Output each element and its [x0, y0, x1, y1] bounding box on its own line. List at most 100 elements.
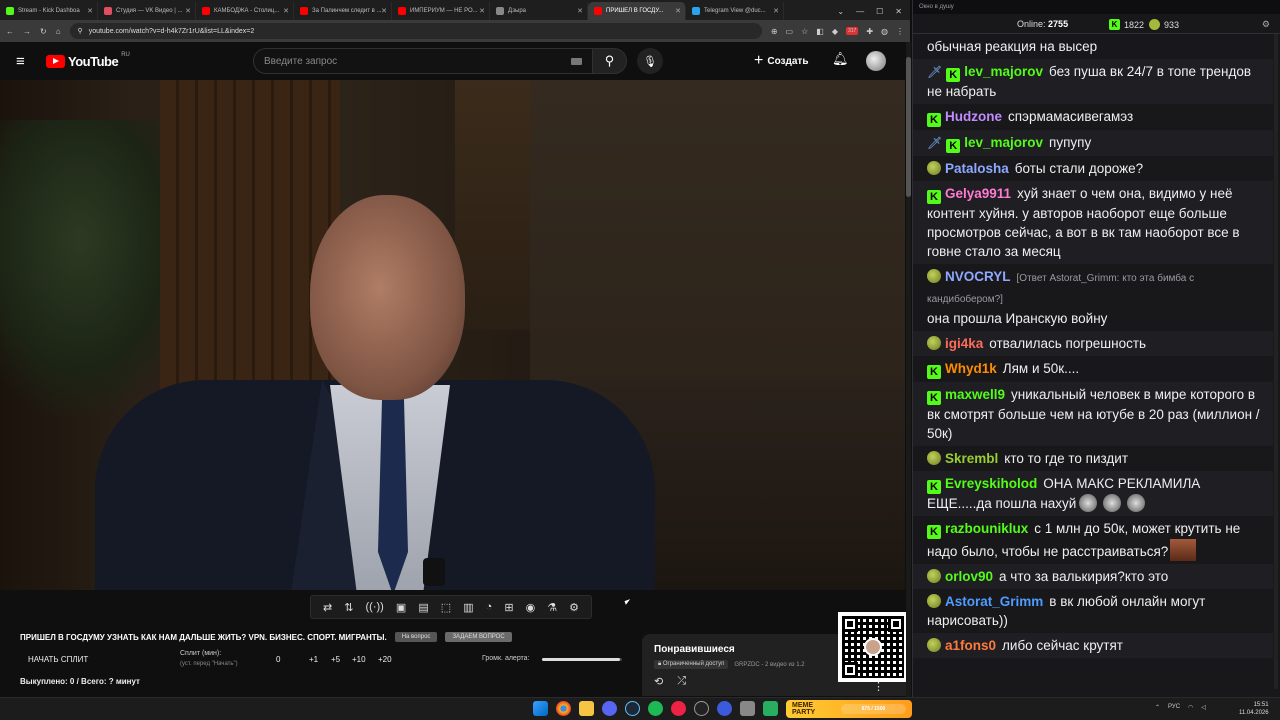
chat-username[interactable]: Gelya9911: [945, 186, 1011, 201]
split-add-5-button[interactable]: +5: [331, 655, 340, 664]
tab-close-icon[interactable]: ✕: [577, 7, 583, 15]
menu-icon[interactable]: ≡: [16, 53, 36, 70]
language-indicator[interactable]: РУС: [1168, 704, 1180, 711]
chat-username[interactable]: razbouniklux: [945, 521, 1028, 536]
chat-scrollbar[interactable]: [1274, 34, 1278, 689]
start-split-button[interactable]: НАЧАТЬ СПЛИТ: [28, 655, 88, 664]
player-tool-icon[interactable]: ▤: [418, 601, 428, 614]
chat-username[interactable]: Astorat_Grimm: [945, 594, 1043, 609]
player-tool-icon[interactable]: ⚙: [569, 601, 579, 614]
chat-username[interactable]: lev_majorov: [964, 64, 1043, 79]
clock[interactable]: 15:51 11.04.2026: [1239, 701, 1269, 717]
zoom-icon[interactable]: ⊕: [771, 27, 778, 36]
chat-username[interactable]: igi4ka: [945, 336, 983, 351]
youtube-logo[interactable]: YouTube RU: [46, 52, 130, 69]
player-tool-icon[interactable]: ⇄: [323, 601, 332, 614]
puzzle-icon[interactable]: ✚: [866, 27, 873, 36]
browser-tab[interactable]: Студия — VK Видео | ... ✕: [98, 2, 196, 20]
player-tool-icon[interactable]: ▥: [463, 601, 473, 614]
player-tool-icon[interactable]: ◉: [526, 601, 536, 614]
tab-close-icon[interactable]: ✕: [773, 7, 779, 15]
back-icon[interactable]: ←: [6, 27, 14, 36]
search-input[interactable]: Введите запрос: [253, 48, 593, 74]
scrollbar-thumb[interactable]: [906, 57, 911, 197]
extension-icon[interactable]: ◆: [832, 27, 838, 36]
maximize-icon[interactable]: ☐: [876, 7, 883, 16]
player-icon[interactable]: [717, 701, 732, 716]
page-scrollbar[interactable]: [906, 42, 911, 697]
notifications-bell-icon[interactable]: 🔔︎: [832, 51, 849, 67]
volume-icon[interactable]: ◁: [1201, 704, 1206, 711]
chat-username[interactable]: Evreyskiholod: [945, 476, 1037, 491]
folder-icon[interactable]: [579, 701, 594, 716]
player-tool-icon[interactable]: ⊞: [504, 601, 513, 614]
player-tool-icon[interactable]: ⚗: [547, 601, 557, 614]
loop-icon[interactable]: ⟲: [654, 675, 663, 688]
voice-search-button[interactable]: 🎙︎: [637, 48, 663, 74]
chat-username[interactable]: Whyd1k: [945, 361, 997, 376]
tab-close-icon[interactable]: ✕: [185, 7, 191, 15]
chat-username[interactable]: a1fons0: [945, 638, 996, 653]
browser-tab[interactable]: За Палинчем следит в ... ✕: [294, 2, 392, 20]
extension-icon[interactable]: ◧: [816, 27, 824, 36]
browser-tab[interactable]: ИМПЕРИУМ — НЕ РО... ✕: [392, 2, 490, 20]
tab-close-icon[interactable]: ✕: [479, 7, 485, 15]
tab-close-icon[interactable]: ✕: [381, 7, 387, 15]
pill-tag[interactable]: На вопрос: [394, 632, 438, 642]
chat-username[interactable]: Hudzone: [945, 109, 1002, 124]
chat-username[interactable]: Patalosha: [945, 161, 1009, 176]
pill-tag[interactable]: ЗАДАЕМ ВОПРОС: [445, 632, 512, 642]
app-icon[interactable]: [671, 701, 686, 716]
meme-party-widget[interactable]: MEME PARTY 875 / 1500: [786, 700, 912, 718]
keyboard-icon[interactable]: [571, 57, 582, 65]
spotify-icon[interactable]: [648, 701, 663, 716]
discord-icon[interactable]: [602, 701, 617, 716]
split-add-1-button[interactable]: +1: [309, 655, 318, 664]
shuffle-icon[interactable]: ⤮: [677, 675, 686, 688]
tray-chevron-icon[interactable]: ⌃: [1155, 704, 1160, 711]
profile-icon[interactable]: ◍: [881, 27, 888, 36]
extension-badge[interactable]: 317: [845, 27, 859, 35]
tab-close-icon[interactable]: ✕: [87, 7, 93, 15]
steam-icon[interactable]: [625, 701, 640, 716]
split-add-10-button[interactable]: +10: [352, 655, 366, 664]
chrome-icon[interactable]: [556, 701, 571, 716]
tab-close-icon[interactable]: ✕: [283, 7, 289, 15]
browser-tab[interactable]: Telegram View @duc... ✕: [686, 2, 784, 20]
cast-icon[interactable]: ▭: [786, 27, 794, 36]
site-info-icon[interactable]: ⚲: [78, 27, 83, 35]
network-icon[interactable]: ◠: [1188, 704, 1193, 711]
home-icon[interactable]: ⌂: [56, 27, 61, 36]
chat-settings-icon[interactable]: ⚙: [1262, 19, 1270, 30]
minimize-icon[interactable]: —: [856, 7, 864, 16]
split-add-20-button[interactable]: +20: [378, 655, 392, 664]
reload-icon[interactable]: ↻: [40, 27, 47, 36]
browser-tab[interactable]: Stream - Kick Dashboa ✕: [0, 2, 98, 20]
chat-username[interactable]: NVOCRYL: [945, 269, 1011, 284]
search-button[interactable]: ⚲: [592, 48, 627, 74]
alert-volume-slider[interactable]: [542, 658, 622, 661]
chat-username[interactable]: orlov90: [945, 569, 993, 584]
chat-username[interactable]: maxwell9: [945, 387, 1005, 402]
split-value-0[interactable]: 0: [276, 655, 280, 664]
tab-search-icon[interactable]: ⌄: [837, 7, 844, 16]
player-tool-icon[interactable]: ▣: [396, 601, 406, 614]
chat-username[interactable]: lev_majorov: [964, 135, 1043, 150]
browser-tab[interactable]: Дзыра ✕: [490, 2, 588, 20]
player-tool-icon[interactable]: ◔: [486, 601, 493, 613]
bookmark-star-icon[interactable]: ☆: [801, 27, 808, 36]
player-tool-icon[interactable]: ⇅: [344, 601, 353, 614]
media-icon[interactable]: [740, 701, 755, 716]
app-icon[interactable]: [763, 701, 778, 716]
forward-icon[interactable]: →: [23, 27, 31, 36]
video-player[interactable]: [0, 80, 905, 590]
create-button[interactable]: + Создать: [754, 50, 808, 72]
player-tool-icon[interactable]: ((·)): [366, 601, 384, 613]
browser-tab[interactable]: ПРИШЕЛ В ГОСДУ... ✕: [588, 2, 686, 20]
player-tool-icon[interactable]: ⬚: [441, 601, 451, 614]
more-options-icon[interactable]: ⋮: [873, 680, 884, 693]
close-window-icon[interactable]: ✕: [895, 7, 902, 16]
url-field[interactable]: ⚲ youtube.com/watch?v=d-h4k7Zr1rU&list=L…: [69, 23, 762, 39]
start-icon[interactable]: [533, 701, 548, 716]
tab-close-icon[interactable]: ✕: [675, 7, 681, 15]
